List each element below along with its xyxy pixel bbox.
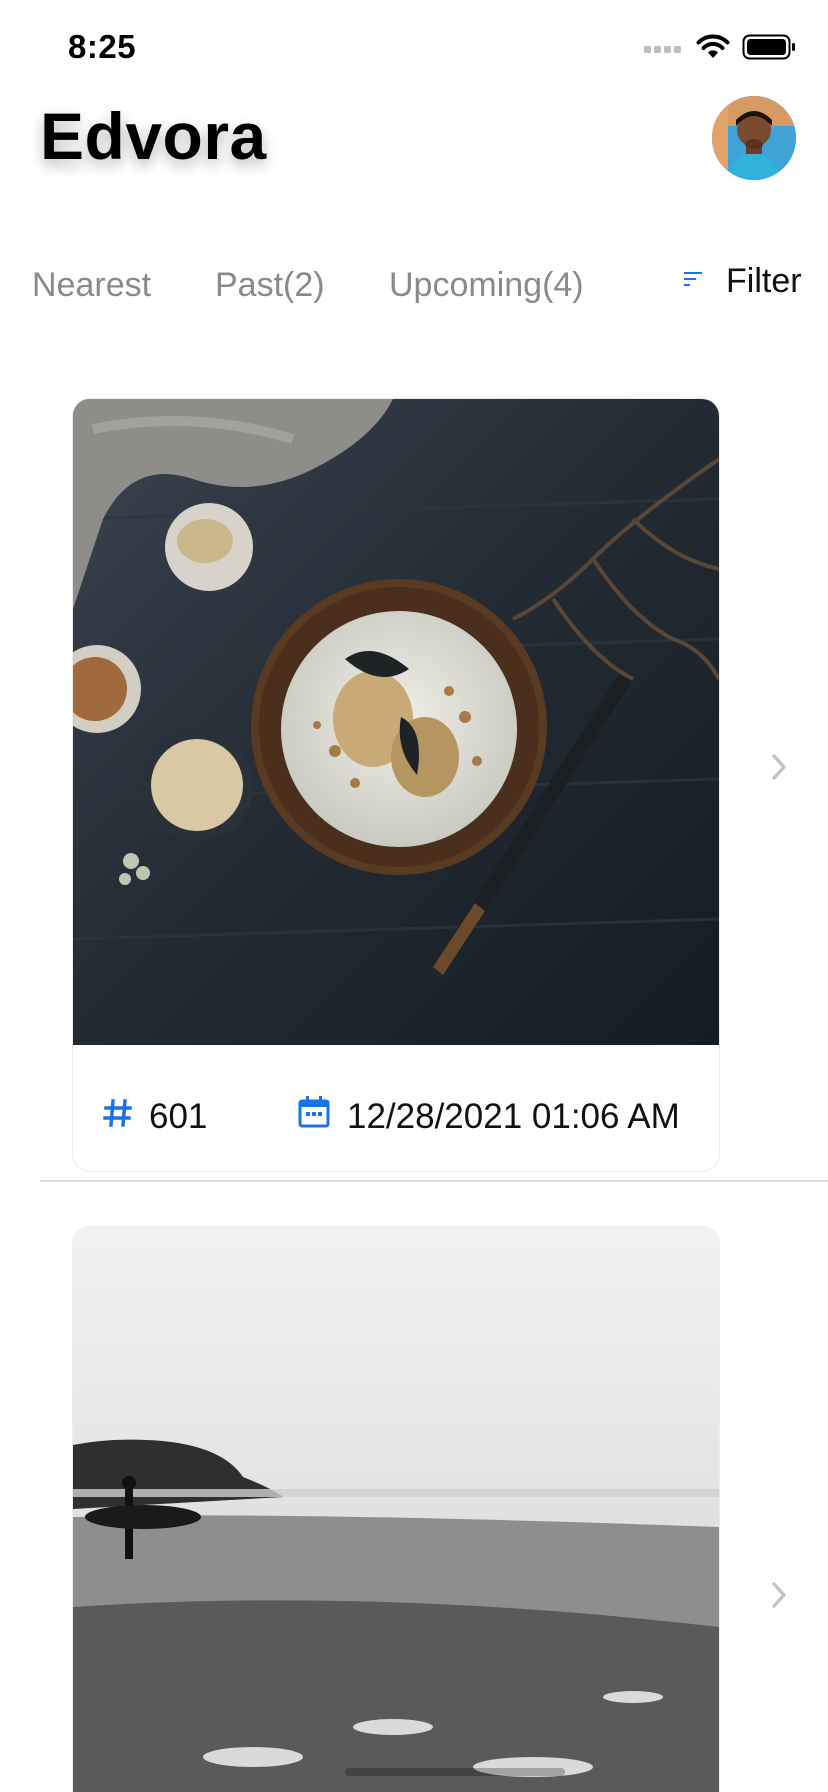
tab-past[interactable]: Past(2) [215, 266, 325, 305]
filter-label: Filter [726, 262, 802, 300]
card-image [73, 1227, 719, 1792]
wifi-icon [696, 34, 730, 65]
home-indicator[interactable] [345, 1768, 565, 1776]
tab-upcoming[interactable]: Upcoming(4) [389, 266, 584, 305]
battery-icon [742, 34, 796, 65]
ride-date-value: 12/28/2021 01:06 AM [347, 1096, 680, 1136]
list-separator [40, 1180, 828, 1182]
status-bar: 8:25 [0, 0, 828, 100]
ride-card[interactable]: 601 12/28/2021 01:06 AM [72, 398, 720, 1172]
chevron-right-icon[interactable] [764, 1580, 794, 1615]
app-screen: 8:25 Edvora Nearest Past(2) Upcoming(4) … [0, 0, 828, 1792]
ride-card[interactable] [72, 1226, 720, 1792]
tab-bar: Nearest Past(2) Upcoming(4) Filter [0, 258, 828, 314]
status-time: 8:25 [68, 28, 137, 65]
ride-id: 601 [103, 1097, 207, 1137]
ride-id-value: 601 [149, 1097, 208, 1136]
profile-avatar[interactable] [712, 96, 796, 180]
ride-date: 12/28/2021 01:06 AM [297, 1095, 680, 1138]
app-title: Edvora [40, 99, 267, 173]
status-icons [644, 34, 796, 65]
cellular-signal-icon [644, 41, 684, 59]
filter-button[interactable]: Filter [684, 262, 802, 301]
chevron-right-icon[interactable] [764, 752, 794, 787]
hash-icon [103, 1097, 133, 1137]
calendar-icon [297, 1095, 331, 1138]
card-meta: 601 12/28/2021 01:06 AM [73, 1045, 719, 1171]
filter-lines-icon [684, 271, 704, 292]
tab-nearest[interactable]: Nearest [32, 266, 151, 305]
card-image [73, 399, 719, 1045]
